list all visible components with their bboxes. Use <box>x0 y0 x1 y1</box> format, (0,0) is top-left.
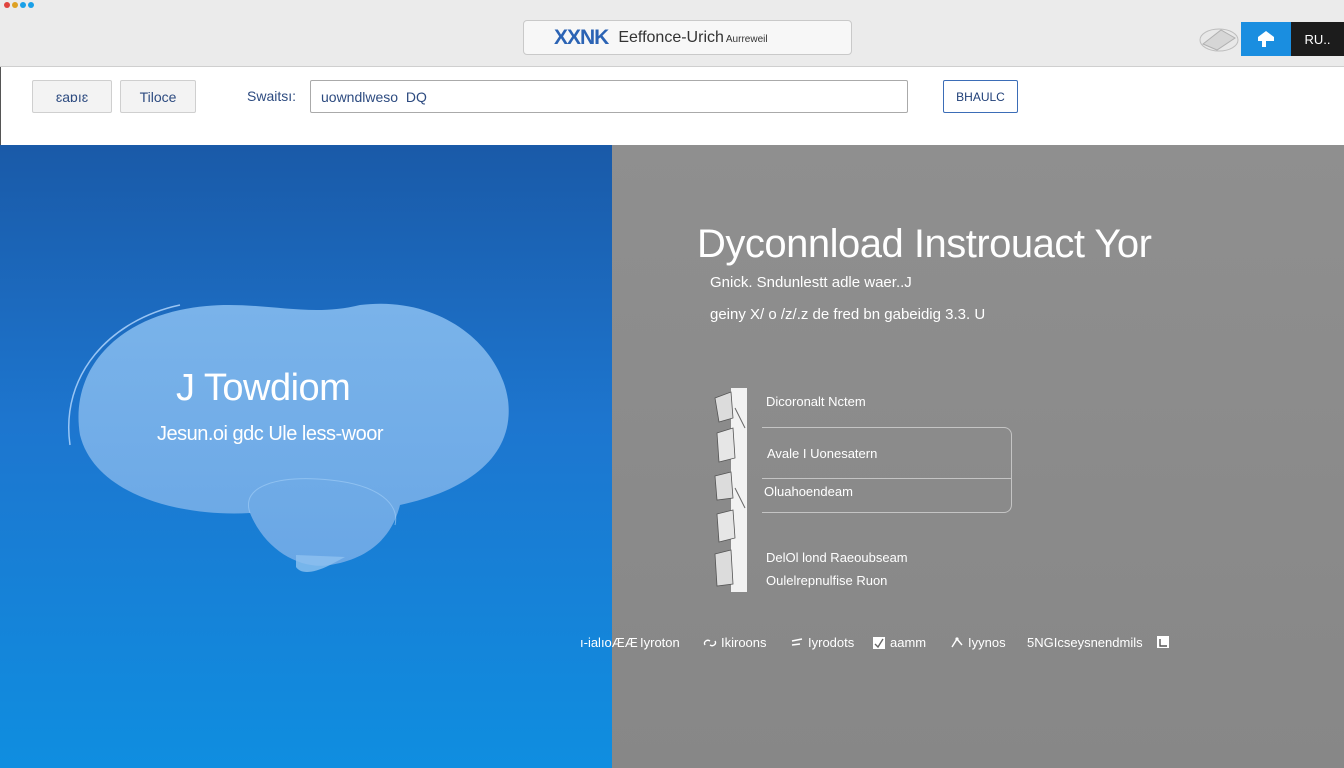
search-label: Swaitsı: <box>247 88 297 104</box>
download-headline: Dyconnload Instrouact Yor <box>697 222 1152 266</box>
search-go-button[interactable]: BHAULC <box>943 80 1018 113</box>
option-item[interactable]: DelOl lond Raeoubseam <box>766 550 908 565</box>
account-button[interactable]: RU.. <box>1291 22 1344 56</box>
browser-titlebar: XXNK Eeffonce-Urich Aurreweil RU.. <box>0 0 1344 67</box>
address-title: Eeffonce-Urich <box>618 28 724 46</box>
tag-icon <box>1258 31 1274 47</box>
extra-window-dot[interactable] <box>28 2 34 8</box>
description-line-1: Gnick. Sndunlestt adle waer..J <box>710 274 912 291</box>
option-item[interactable]: Avale I Uonesatern <box>767 446 877 461</box>
download-panel: Dyconnload Instrouact Yor Gnick. Sndunle… <box>612 145 1344 768</box>
maximize-window-dot[interactable] <box>20 2 26 8</box>
window-controls <box>4 2 34 8</box>
hero-left-subtitle: Jesun.oi gdc Ule less-woor <box>157 423 384 445</box>
toolbar: ɛaɒıɛ Tiloce Swaitsı: BHAULC <box>0 67 1344 145</box>
tag-button[interactable] <box>1241 22 1291 56</box>
minimize-window-dot[interactable] <box>12 2 18 8</box>
options-divider <box>762 478 1012 479</box>
description-line-2: geiny X/ o /z/.z de fred bn gabeidig 3.3… <box>710 306 986 323</box>
cloud-icon[interactable] <box>1197 22 1241 54</box>
address-subtitle: Aurreweil <box>725 34 768 45</box>
toolbar-button-one[interactable]: ɛaɒıɛ <box>32 80 112 113</box>
toolbar-button-two[interactable]: Tiloce <box>120 80 196 113</box>
close-window-dot[interactable] <box>4 2 10 8</box>
address-brand: XXNK <box>554 25 609 49</box>
hero-left-title: J Towdiom <box>176 367 351 409</box>
speech-bubble-graphic <box>68 303 509 572</box>
option-item[interactable]: Oulelrepnulfise Ruon <box>766 573 887 588</box>
search-input[interactable] <box>310 80 908 113</box>
options-icon-strip <box>714 388 747 592</box>
address-bar[interactable]: XXNK Eeffonce-Urich Aurreweil <box>523 20 852 55</box>
option-item[interactable]: Dicoronalt Nctem <box>766 394 866 409</box>
options-group-box <box>762 427 1012 513</box>
option-item[interactable]: Oluahoendeam <box>764 484 853 499</box>
hero-left-panel: J Towdiom Jesun.oi gdc Ule less-woor <box>0 145 612 768</box>
